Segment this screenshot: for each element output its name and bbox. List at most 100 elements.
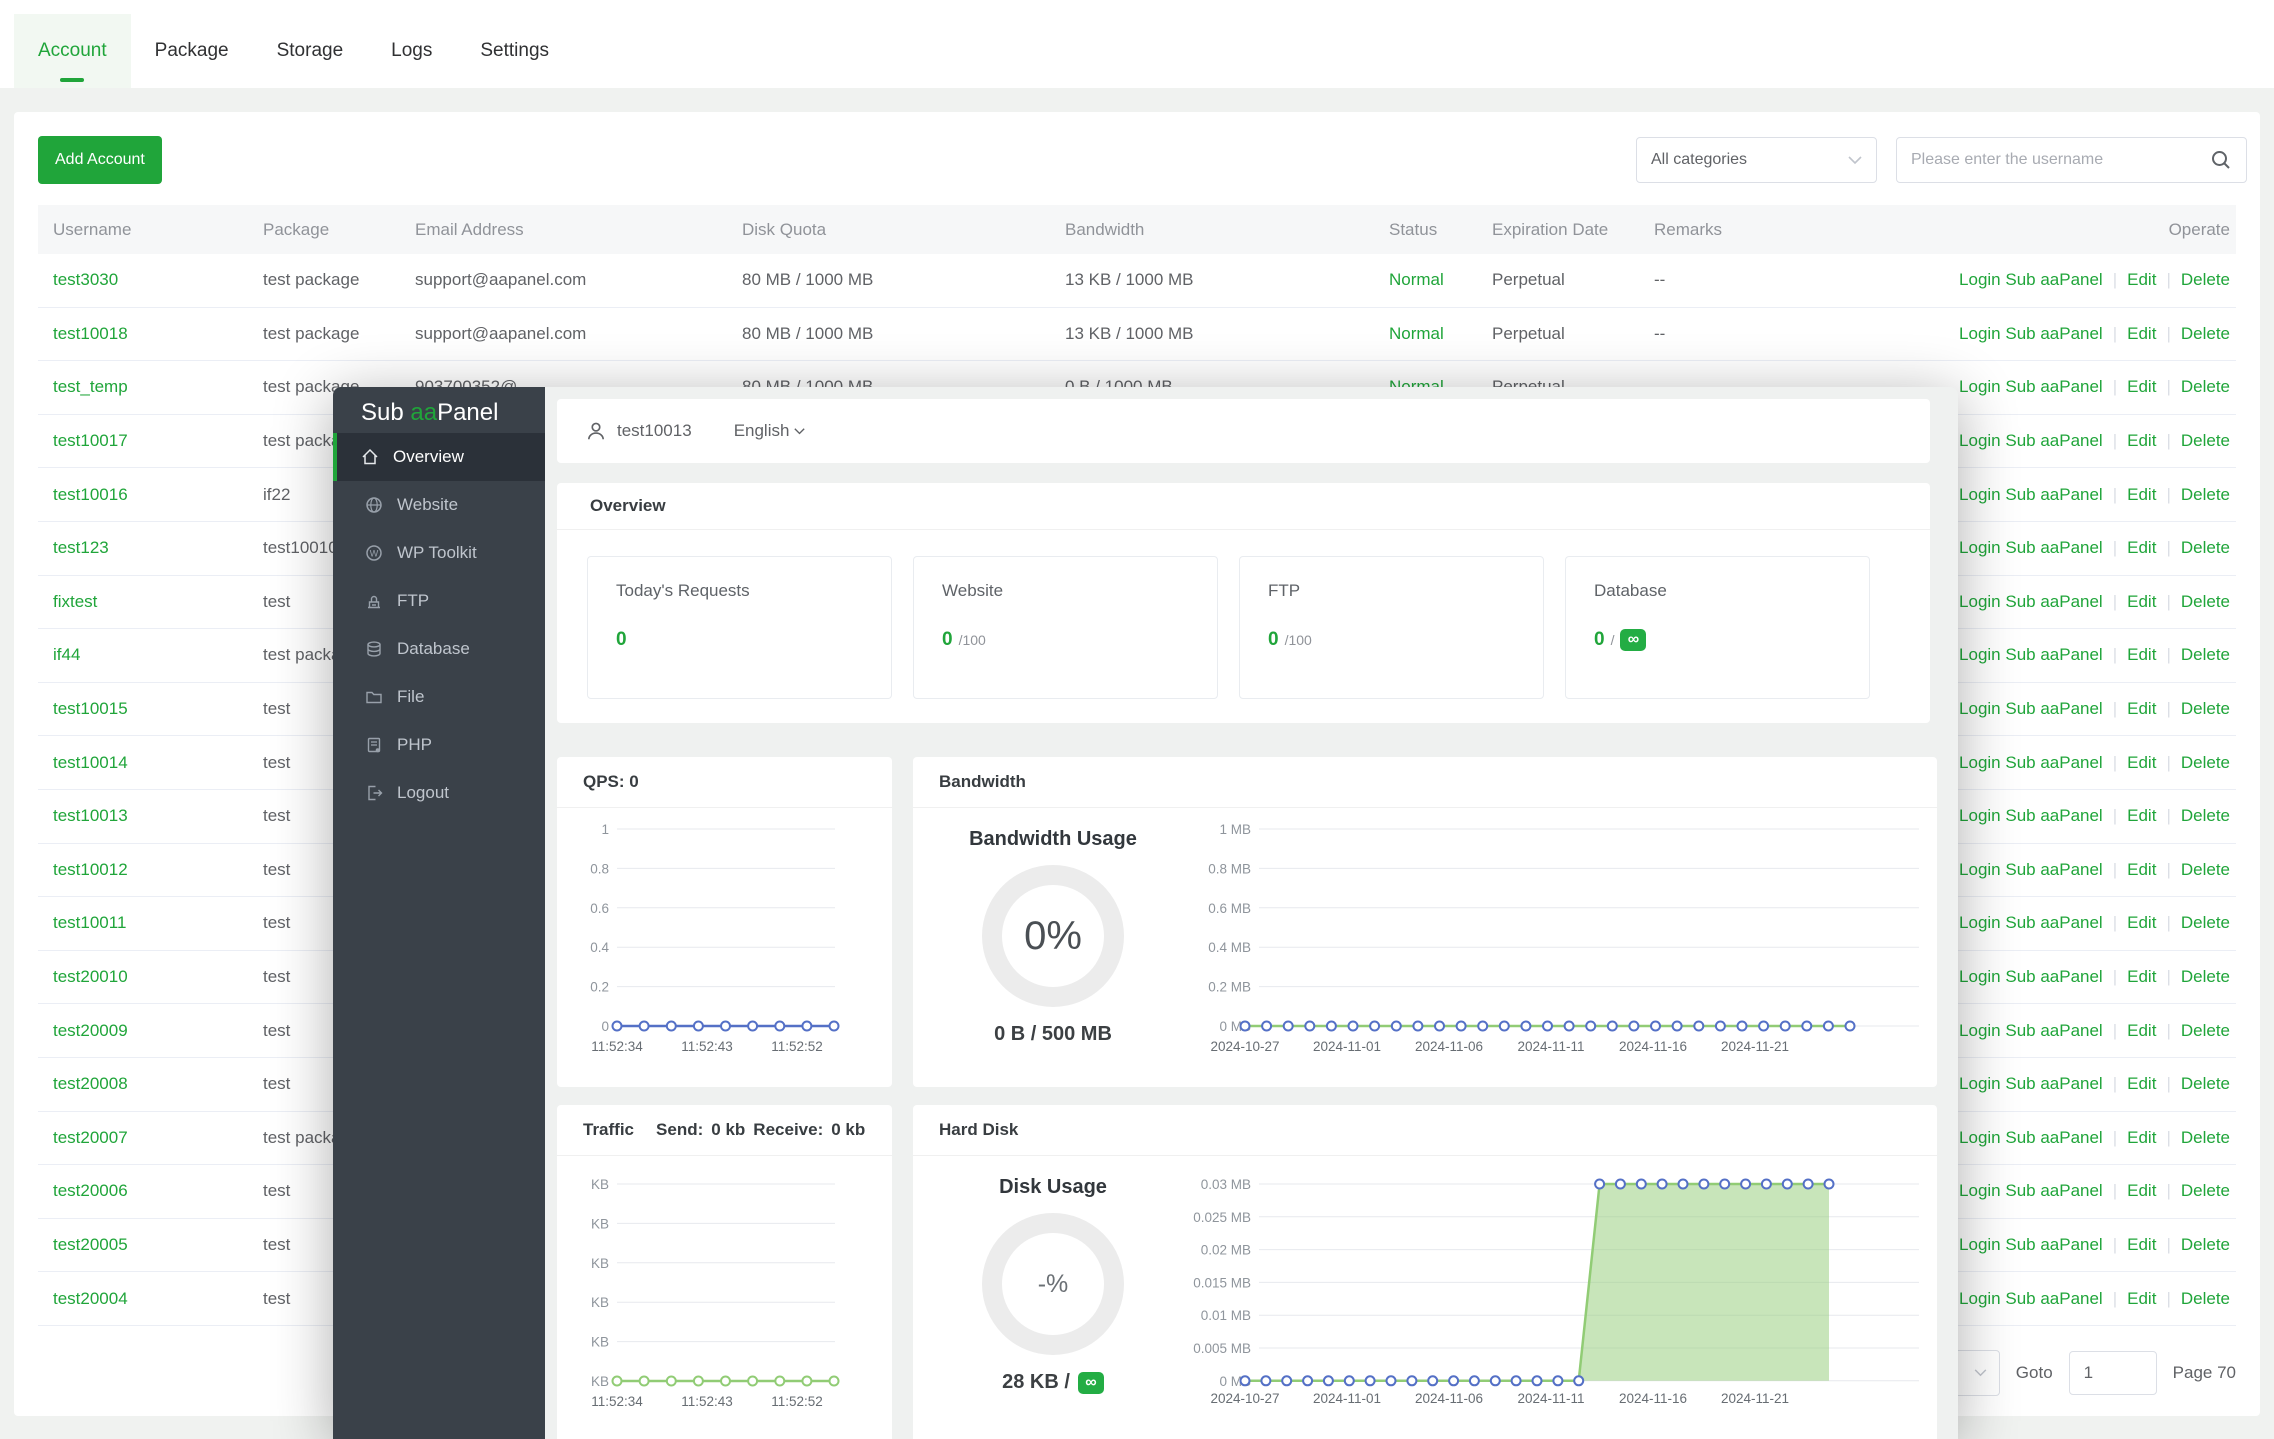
search-input[interactable] bbox=[1911, 151, 2210, 169]
edit-link[interactable]: Edit bbox=[2127, 1235, 2156, 1255]
tab-logs[interactable]: Logs bbox=[367, 14, 456, 88]
delete-link[interactable]: Delete bbox=[2181, 967, 2230, 987]
username-link[interactable]: fixtest bbox=[38, 592, 248, 612]
delete-link[interactable]: Delete bbox=[2181, 592, 2230, 612]
edit-link[interactable]: Edit bbox=[2127, 1289, 2156, 1309]
edit-link[interactable]: Edit bbox=[2127, 485, 2156, 505]
edit-link[interactable]: Edit bbox=[2127, 645, 2156, 665]
login-sub-aapanel-link[interactable]: Login Sub aaPanel bbox=[1959, 270, 2103, 290]
search-icon[interactable] bbox=[2210, 149, 2232, 171]
delete-link[interactable]: Delete bbox=[2181, 1128, 2230, 1148]
edit-link[interactable]: Edit bbox=[2127, 538, 2156, 558]
username-link[interactable]: test20006 bbox=[38, 1181, 248, 1201]
delete-link[interactable]: Delete bbox=[2181, 270, 2230, 290]
username-link[interactable]: test3030 bbox=[38, 270, 248, 290]
username-link[interactable]: test10012 bbox=[38, 860, 248, 880]
edit-link[interactable]: Edit bbox=[2127, 753, 2156, 773]
tab-account[interactable]: Account bbox=[14, 14, 131, 88]
edit-link[interactable]: Edit bbox=[2127, 431, 2156, 451]
delete-link[interactable]: Delete bbox=[2181, 485, 2230, 505]
sidebar-item-php[interactable]: PHP bbox=[333, 721, 545, 769]
add-account-button[interactable]: Add Account bbox=[38, 136, 162, 184]
goto-page-input[interactable] bbox=[2069, 1351, 2157, 1395]
sidebar-item-overview[interactable]: Overview bbox=[333, 433, 545, 481]
username-link[interactable]: test20005 bbox=[38, 1235, 248, 1255]
delete-link[interactable]: Delete bbox=[2181, 1181, 2230, 1201]
edit-link[interactable]: Edit bbox=[2127, 806, 2156, 826]
login-sub-aapanel-link[interactable]: Login Sub aaPanel bbox=[1959, 431, 2103, 451]
login-sub-aapanel-link[interactable]: Login Sub aaPanel bbox=[1959, 967, 2103, 987]
sidebar-item-logout[interactable]: Logout bbox=[333, 769, 545, 817]
edit-link[interactable]: Edit bbox=[2127, 1128, 2156, 1148]
username-link[interactable]: test10015 bbox=[38, 699, 248, 719]
login-sub-aapanel-link[interactable]: Login Sub aaPanel bbox=[1959, 485, 2103, 505]
operate-cell: Login Sub aaPanel | Edit | Delete bbox=[1959, 1128, 2236, 1148]
login-sub-aapanel-link[interactable]: Login Sub aaPanel bbox=[1959, 1021, 2103, 1041]
edit-link[interactable]: Edit bbox=[2127, 1181, 2156, 1201]
delete-link[interactable]: Delete bbox=[2181, 324, 2230, 344]
delete-link[interactable]: Delete bbox=[2181, 860, 2230, 880]
username-link[interactable]: test10018 bbox=[38, 324, 248, 344]
login-sub-aapanel-link[interactable]: Login Sub aaPanel bbox=[1959, 806, 2103, 826]
delete-link[interactable]: Delete bbox=[2181, 806, 2230, 826]
login-sub-aapanel-link[interactable]: Login Sub aaPanel bbox=[1959, 1074, 2103, 1094]
delete-link[interactable]: Delete bbox=[2181, 913, 2230, 933]
login-sub-aapanel-link[interactable]: Login Sub aaPanel bbox=[1959, 377, 2103, 397]
login-sub-aapanel-link[interactable]: Login Sub aaPanel bbox=[1959, 645, 2103, 665]
login-sub-aapanel-link[interactable]: Login Sub aaPanel bbox=[1959, 753, 2103, 773]
delete-link[interactable]: Delete bbox=[2181, 377, 2230, 397]
category-select[interactable]: All categories bbox=[1636, 137, 1877, 183]
username-link[interactable]: test10011 bbox=[38, 913, 248, 933]
delete-link[interactable]: Delete bbox=[2181, 753, 2230, 773]
username-link[interactable]: test20007 bbox=[38, 1128, 248, 1148]
edit-link[interactable]: Edit bbox=[2127, 699, 2156, 719]
delete-link[interactable]: Delete bbox=[2181, 645, 2230, 665]
delete-link[interactable]: Delete bbox=[2181, 699, 2230, 719]
login-sub-aapanel-link[interactable]: Login Sub aaPanel bbox=[1959, 913, 2103, 933]
login-sub-aapanel-link[interactable]: Login Sub aaPanel bbox=[1959, 1128, 2103, 1148]
sidebar-item-wp-toolkit[interactable]: W WP Toolkit bbox=[333, 529, 545, 577]
delete-link[interactable]: Delete bbox=[2181, 1021, 2230, 1041]
username-link[interactable]: test20010 bbox=[38, 967, 248, 987]
username-link[interactable]: test20008 bbox=[38, 1074, 248, 1094]
login-sub-aapanel-link[interactable]: Login Sub aaPanel bbox=[1959, 1181, 2103, 1201]
tab-storage[interactable]: Storage bbox=[253, 14, 368, 88]
edit-link[interactable]: Edit bbox=[2127, 967, 2156, 987]
delete-link[interactable]: Delete bbox=[2181, 538, 2230, 558]
edit-link[interactable]: Edit bbox=[2127, 270, 2156, 290]
language-select[interactable]: English bbox=[734, 421, 806, 441]
edit-link[interactable]: Edit bbox=[2127, 1074, 2156, 1094]
edit-link[interactable]: Edit bbox=[2127, 913, 2156, 933]
tab-package[interactable]: Package bbox=[131, 14, 253, 88]
sidebar-item-file[interactable]: File bbox=[333, 673, 545, 721]
login-sub-aapanel-link[interactable]: Login Sub aaPanel bbox=[1959, 1235, 2103, 1255]
edit-link[interactable]: Edit bbox=[2127, 324, 2156, 344]
username-link[interactable]: if44 bbox=[38, 645, 248, 665]
login-sub-aapanel-link[interactable]: Login Sub aaPanel bbox=[1959, 324, 2103, 344]
edit-link[interactable]: Edit bbox=[2127, 860, 2156, 880]
username-link[interactable]: test20009 bbox=[38, 1021, 248, 1041]
edit-link[interactable]: Edit bbox=[2127, 592, 2156, 612]
sidebar-item-ftp[interactable]: FTP bbox=[333, 577, 545, 625]
username-link[interactable]: test10013 bbox=[38, 806, 248, 826]
edit-link[interactable]: Edit bbox=[2127, 1021, 2156, 1041]
login-sub-aapanel-link[interactable]: Login Sub aaPanel bbox=[1959, 592, 2103, 612]
login-sub-aapanel-link[interactable]: Login Sub aaPanel bbox=[1959, 538, 2103, 558]
username-link[interactable]: test20004 bbox=[38, 1289, 248, 1309]
login-sub-aapanel-link[interactable]: Login Sub aaPanel bbox=[1959, 699, 2103, 719]
sidebar-item-website[interactable]: Website bbox=[333, 481, 545, 529]
delete-link[interactable]: Delete bbox=[2181, 1074, 2230, 1094]
username-link[interactable]: test123 bbox=[38, 538, 248, 558]
username-link[interactable]: test10017 bbox=[38, 431, 248, 451]
login-sub-aapanel-link[interactable]: Login Sub aaPanel bbox=[1959, 860, 2103, 880]
delete-link[interactable]: Delete bbox=[2181, 431, 2230, 451]
username-link[interactable]: test10014 bbox=[38, 753, 248, 773]
tab-settings[interactable]: Settings bbox=[456, 14, 573, 88]
username-link[interactable]: test10016 bbox=[38, 485, 248, 505]
delete-link[interactable]: Delete bbox=[2181, 1289, 2230, 1309]
login-sub-aapanel-link[interactable]: Login Sub aaPanel bbox=[1959, 1289, 2103, 1309]
sidebar-item-database[interactable]: Database bbox=[333, 625, 545, 673]
edit-link[interactable]: Edit bbox=[2127, 377, 2156, 397]
delete-link[interactable]: Delete bbox=[2181, 1235, 2230, 1255]
username-link[interactable]: test_temp bbox=[38, 377, 248, 397]
